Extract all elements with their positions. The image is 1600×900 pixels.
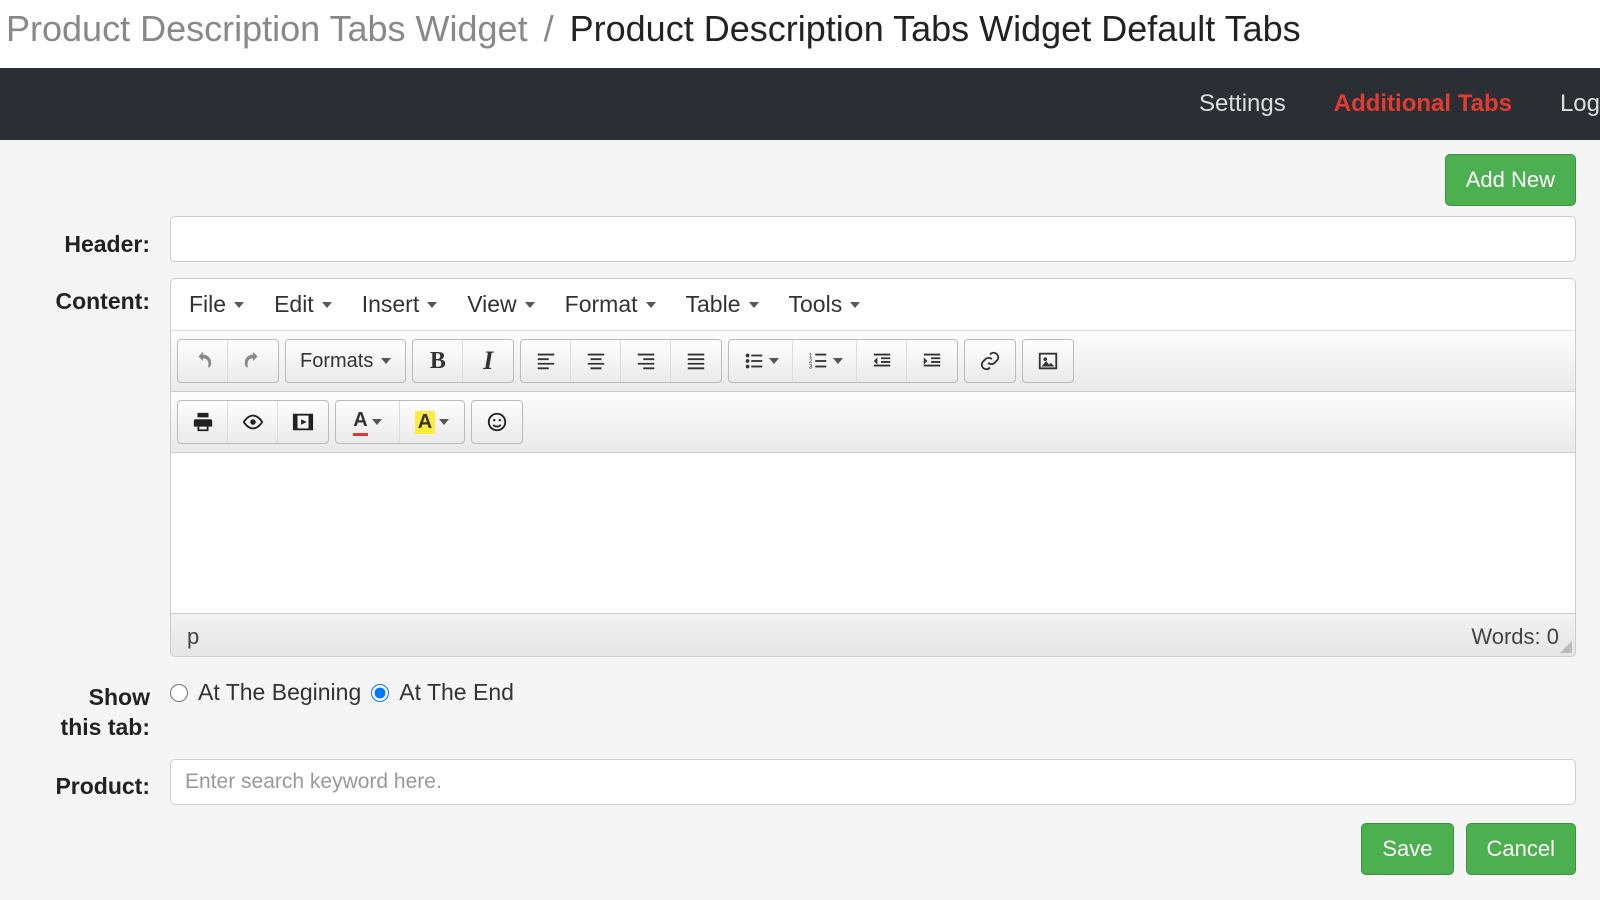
chevron-down-icon xyxy=(427,302,437,308)
justify-button[interactable] xyxy=(671,340,721,382)
show-tab-label: Show this tab: xyxy=(0,673,170,743)
chevron-down-icon xyxy=(525,302,535,308)
menu-insert[interactable]: Insert xyxy=(362,291,438,318)
resize-grip-icon[interactable] xyxy=(1558,639,1572,653)
image-button[interactable] xyxy=(1023,340,1073,382)
redo-icon xyxy=(242,350,264,372)
chevron-down-icon xyxy=(381,358,391,364)
editor-path: p xyxy=(187,624,199,650)
media-icon xyxy=(291,411,315,433)
nav-additional-tabs[interactable]: Additional Tabs xyxy=(1310,90,1536,118)
text-color-button[interactable]: A xyxy=(336,401,400,443)
emoji-button[interactable] xyxy=(472,401,522,443)
breadcrumb-separator: / xyxy=(538,8,560,49)
align-right-button[interactable] xyxy=(621,340,671,382)
menu-edit[interactable]: Edit xyxy=(274,291,332,318)
chevron-down-icon xyxy=(850,302,860,308)
align-center-icon xyxy=(585,350,607,372)
chevron-down-icon xyxy=(769,358,779,364)
numbered-list-button[interactable]: 123 xyxy=(793,340,857,382)
formats-dropdown[interactable]: Formats xyxy=(286,340,405,382)
nav-settings[interactable]: Settings xyxy=(1175,90,1310,118)
nav-log[interactable]: Log xyxy=(1536,90,1600,118)
editor-wordcount: Words: 0 xyxy=(1471,624,1559,650)
align-right-icon xyxy=(635,350,657,372)
media-button[interactable] xyxy=(278,401,328,443)
bg-color-button[interactable]: A xyxy=(400,401,464,443)
text-color-icon: A xyxy=(353,409,367,436)
menu-file[interactable]: File xyxy=(189,291,244,318)
bg-color-icon: A xyxy=(415,411,435,434)
align-left-button[interactable] xyxy=(521,340,571,382)
breadcrumb-link[interactable]: Product Description Tabs Widget xyxy=(6,8,528,49)
menu-format[interactable]: Format xyxy=(565,291,656,318)
save-button[interactable]: Save xyxy=(1361,823,1453,875)
cancel-button[interactable]: Cancel xyxy=(1466,823,1576,875)
align-left-icon xyxy=(535,350,557,372)
product-search-input[interactable] xyxy=(170,759,1576,805)
bullet-list-button[interactable] xyxy=(729,340,793,382)
radio-at-beginning[interactable] xyxy=(170,684,188,702)
radio-at-beginning-label: At The Begining xyxy=(198,679,361,706)
indent-icon xyxy=(921,350,943,372)
content-label: Content: xyxy=(0,278,170,315)
editor-menubar: File Edit Insert View Format Table Tools xyxy=(171,279,1575,331)
menu-tools[interactable]: Tools xyxy=(789,291,861,318)
menu-table[interactable]: Table xyxy=(686,291,759,318)
undo-icon xyxy=(192,350,214,372)
rich-text-editor: File Edit Insert View Format Table Tools… xyxy=(170,278,1576,657)
align-justify-icon xyxy=(685,350,707,372)
numbered-list-icon: 123 xyxy=(807,350,829,372)
header-input[interactable] xyxy=(170,216,1576,262)
chevron-down-icon xyxy=(234,302,244,308)
italic-button[interactable]: I xyxy=(463,340,513,382)
radio-at-end[interactable] xyxy=(371,684,389,702)
preview-button[interactable] xyxy=(228,401,278,443)
editor-statusbar: p Words: 0 xyxy=(171,613,1575,656)
add-new-button[interactable]: Add New xyxy=(1445,154,1576,206)
chevron-down-icon xyxy=(322,302,332,308)
indent-button[interactable] xyxy=(907,340,957,382)
editor-toolbar-1: Formats B I 123 xyxy=(171,331,1575,392)
breadcrumb-current: Product Description Tabs Widget Default … xyxy=(570,8,1301,49)
bold-icon: B xyxy=(430,348,446,375)
breadcrumb: Product Description Tabs Widget / Produc… xyxy=(0,0,1600,68)
chevron-down-icon xyxy=(833,358,843,364)
bold-button[interactable]: B xyxy=(413,340,463,382)
eye-icon xyxy=(241,411,265,433)
undo-button[interactable] xyxy=(178,340,228,382)
chevron-down-icon xyxy=(439,419,449,425)
radio-at-end-label: At The End xyxy=(399,679,514,706)
chevron-down-icon xyxy=(372,419,382,425)
italic-icon: I xyxy=(483,346,493,376)
outdent-icon xyxy=(871,350,893,372)
link-icon xyxy=(979,350,1001,372)
menu-view[interactable]: View xyxy=(467,291,534,318)
image-icon xyxy=(1037,350,1059,372)
outdent-button[interactable] xyxy=(857,340,907,382)
top-navbar: Settings Additional Tabs Log xyxy=(0,68,1600,140)
align-center-button[interactable] xyxy=(571,340,621,382)
product-label: Product: xyxy=(0,763,170,800)
print-icon xyxy=(192,411,214,433)
chevron-down-icon xyxy=(749,302,759,308)
print-button[interactable] xyxy=(178,401,228,443)
redo-button[interactable] xyxy=(228,340,278,382)
editor-content-area[interactable] xyxy=(171,453,1575,613)
emoji-icon xyxy=(486,411,508,433)
chevron-down-icon xyxy=(646,302,656,308)
link-button[interactable] xyxy=(965,340,1015,382)
header-label: Header: xyxy=(0,221,170,258)
editor-toolbar-2: A A xyxy=(171,392,1575,453)
svg-text:3: 3 xyxy=(809,363,813,370)
bullet-list-icon xyxy=(743,350,765,372)
